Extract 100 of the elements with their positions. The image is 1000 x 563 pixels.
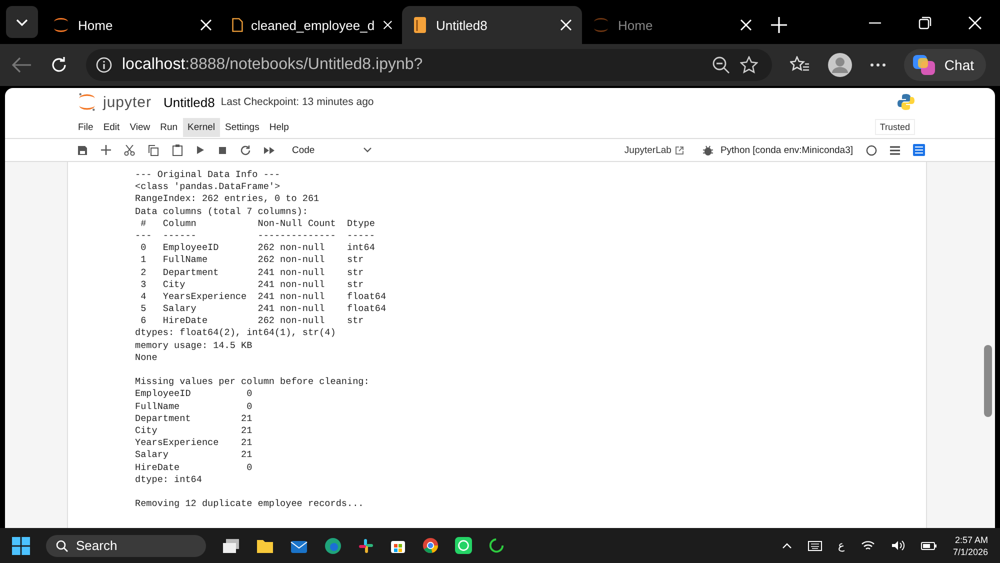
close-icon[interactable] (740, 19, 752, 31)
language-indicator[interactable]: ع (838, 539, 845, 552)
clock-time[interactable]: 2:57 AM (954, 534, 988, 546)
output-line: 2 Department 241 non-null str (140, 266, 365, 279)
close-icon[interactable] (968, 16, 982, 30)
chevron-up-icon[interactable] (782, 542, 792, 548)
trusted-indicator[interactable]: Trusted (874, 119, 915, 135)
menu-item[interactable]: Kernel (182, 118, 220, 136)
output-line: dtypes: float64(2), int64(1), str(4) (135, 327, 337, 340)
caret-icon (362, 147, 372, 153)
notebook-title[interactable]: Untitled8 (164, 94, 215, 110)
output-line: None (135, 352, 158, 364)
browser-icon[interactable] (324, 536, 342, 554)
browser-tab[interactable]: cleaned_employee_d (222, 6, 402, 44)
jupyter-logo-icon (52, 16, 70, 34)
tab-list-button[interactable] (6, 6, 38, 38)
output-line: RangeIndex: 262 entries, 0 to 261 (135, 193, 320, 206)
favorites-icon[interactable] (790, 56, 810, 74)
output-line: Removing 12 duplicate employee records... (135, 498, 365, 510)
output-line: Salary 21 (135, 449, 254, 462)
stop-icon[interactable] (218, 146, 227, 154)
output-line: 6 HireDate 262 non-null str (140, 315, 365, 328)
run-icon[interactable] (196, 145, 205, 155)
output-line: 5 Salary 241 non-null float64 (140, 303, 388, 316)
python-logo-icon (897, 93, 915, 111)
chat-button[interactable]: Chat (904, 49, 986, 81)
menu-item[interactable]: Run (155, 118, 183, 136)
menu-item[interactable]: Edit (98, 118, 125, 136)
copilot-logo-icon (912, 54, 936, 76)
output-line: <class 'pandas.DataFrame'> (135, 181, 282, 194)
menu-item[interactable]: Settings (220, 118, 264, 136)
clock-date[interactable]: 7/1/2026 (952, 546, 988, 558)
browser-tab[interactable]: Untitled8 (402, 6, 582, 44)
chevron-down-icon (15, 17, 29, 27)
restart-icon[interactable] (240, 144, 251, 156)
more-icon[interactable] (870, 63, 886, 67)
cut-icon[interactable] (124, 144, 135, 156)
restore-icon[interactable] (918, 16, 932, 30)
bug-icon[interactable] (703, 144, 714, 156)
file-icon (232, 16, 243, 34)
output-line: City 21 (135, 424, 254, 438)
folder-icon[interactable] (256, 538, 274, 554)
menu-item[interactable]: View (124, 118, 156, 136)
kernel-name[interactable]: Python [conda env:Miniconda3] (720, 144, 853, 156)
menu-item[interactable]: File (73, 118, 98, 136)
paste-icon[interactable] (172, 144, 183, 156)
scrollbar-thumb[interactable] (984, 345, 992, 417)
external-link-icon (675, 146, 684, 154)
profile-avatar-icon[interactable] (828, 53, 852, 77)
output-line: 4 YearsExperience 241 non-null float64 (140, 290, 388, 304)
close-icon[interactable] (560, 19, 572, 31)
output-line: YearsExperience 21 (135, 437, 254, 450)
cell-type-dropdown[interactable]: Code (292, 144, 372, 156)
address-bar[interactable]: localhost:8888/notebooks/Untitled8.ipynb? (86, 49, 772, 81)
jupyter-logo-icon (77, 92, 97, 112)
output-line: 1 FullName 262 non-null str (140, 254, 365, 266)
slack-icon[interactable] (358, 538, 374, 554)
browser-tab[interactable]: Home (42, 6, 222, 44)
menu-icon[interactable] (890, 146, 900, 154)
output-line: 0 EmployeeID 262 non-null int64 (140, 242, 376, 254)
menu-item[interactable]: Help (264, 118, 294, 136)
output-line: Data columns (total 7 columns): (135, 206, 309, 218)
wifi-icon[interactable] (860, 540, 875, 551)
refresh-icon[interactable] (50, 56, 68, 74)
jupyterlab-link[interactable]: JupyterLab (624, 144, 672, 156)
speaker-icon[interactable] (890, 540, 905, 551)
battery-icon[interactable] (920, 540, 937, 550)
jupyter-logo-text: jupyter (103, 94, 152, 110)
info-icon (96, 57, 112, 73)
back-icon[interactable] (12, 57, 32, 73)
loading-ring-icon[interactable] (488, 537, 505, 554)
output-line: Department 21 (135, 412, 254, 425)
save-icon[interactable] (77, 144, 88, 156)
close-icon[interactable] (200, 19, 212, 31)
add-cell-icon[interactable] (101, 145, 111, 155)
zoom-out-icon[interactable] (712, 56, 730, 74)
chrome-icon[interactable] (422, 537, 439, 554)
tab-title: Untitled8 (436, 18, 488, 32)
output-line: Missing values per column before cleaning: (135, 376, 370, 388)
search-field[interactable]: Search (46, 534, 206, 556)
output-line: --- ------ -------------- ----- (135, 230, 376, 242)
url-text: localhost:8888/notebooks/Untitled8.ipynb? (122, 56, 423, 74)
output-line: 3 City 241 non-null str (140, 278, 365, 291)
start-icon[interactable] (12, 536, 30, 554)
new-tab-icon[interactable] (770, 16, 788, 34)
search-icon (56, 540, 68, 552)
close-icon[interactable] (382, 19, 392, 31)
browser-tab[interactable]: Home (582, 6, 762, 44)
keyboard-icon[interactable] (808, 540, 822, 550)
tab-title: cleaned_employee_d (250, 18, 375, 32)
copy-icon[interactable] (148, 144, 159, 156)
jupyter-logo-icon (592, 16, 610, 34)
kernel-idle-icon (866, 144, 877, 156)
whatsapp-icon[interactable] (455, 537, 472, 554)
tab-title: Home (618, 18, 654, 32)
star-icon[interactable] (740, 56, 758, 74)
property-inspector-icon[interactable] (913, 144, 925, 156)
fast-forward-icon[interactable] (264, 146, 275, 154)
output-line: HireDate 0 (135, 462, 254, 474)
task-view-icon[interactable] (222, 538, 240, 554)
